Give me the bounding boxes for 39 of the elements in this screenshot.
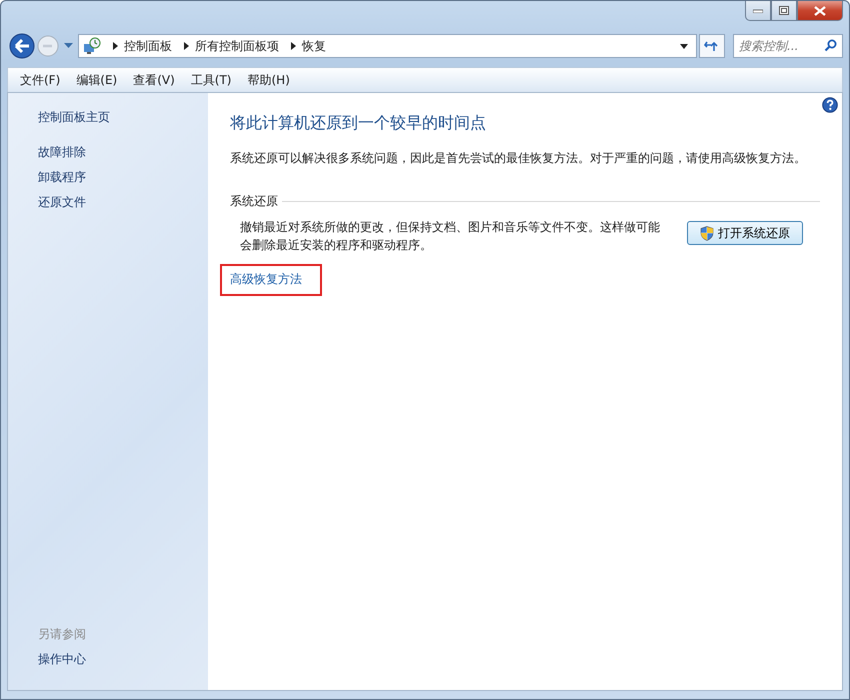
close-icon <box>814 6 826 16</box>
breadcrumb-arrow-icon[interactable] <box>113 42 118 50</box>
menu-item[interactable]: 查看(V) <box>125 72 183 88</box>
control-panel-icon <box>83 37 101 55</box>
dropdown-arrow-icon[interactable] <box>680 44 688 48</box>
refresh-icon <box>704 40 720 52</box>
breadcrumb-arrow-icon[interactable] <box>184 42 189 50</box>
see-also-heading: 另请参阅 <box>38 626 87 643</box>
minimize-icon <box>753 8 763 12</box>
search-field[interactable]: 搜索控制... <box>733 34 843 58</box>
open-system-restore-button[interactable]: 打开系统还原 <box>687 221 803 245</box>
menu-item[interactable]: 帮助(H) <box>240 72 298 88</box>
sidebar-link[interactable]: 控制面板主页 <box>38 105 208 130</box>
shield-icon <box>700 226 714 240</box>
menu-item[interactable]: 编辑(E) <box>68 72 126 88</box>
address-bar[interactable]: 控制面板 所有控制面板项 恢复 <box>78 34 697 58</box>
maximize-icon <box>779 6 789 15</box>
maximize-button[interactable] <box>771 1 797 21</box>
intro-text: 系统还原可以解决很多系统问题，因此是首先尝试的最佳恢复方法。对于严重的问题，请使用高级恢复方法。 <box>230 150 807 167</box>
section-heading: 系统还原 <box>230 193 278 210</box>
minimize-button[interactable] <box>745 1 771 21</box>
sidebar-link[interactable]: 故障排除 <box>38 140 208 165</box>
sidebar-link[interactable]: 卸载程序 <box>38 165 208 190</box>
advanced-recovery-link[interactable]: 高级恢复方法 <box>220 264 322 296</box>
close-button[interactable] <box>797 1 843 21</box>
breadcrumb-item[interactable]: 所有控制面板项 <box>195 38 279 54</box>
sidebar-link[interactable]: 操作中心 <box>38 647 208 672</box>
help-icon[interactable] <box>822 97 838 113</box>
back-button[interactable] <box>9 33 35 59</box>
section-description: 撤销最近对系统所做的更改，但保持文档、图片和音乐等文件不变。这样做可能会删除最近安装的程序和驱动程序。 <box>240 219 661 254</box>
menu-item[interactable]: 工具(T) <box>182 72 240 88</box>
sidebar-link[interactable]: 还原文件 <box>38 190 208 215</box>
breadcrumb-item[interactable]: 控制面板 <box>124 38 172 54</box>
breadcrumb-arrow-icon[interactable] <box>291 42 296 50</box>
refresh-button[interactable] <box>699 34 725 58</box>
page-title: 将此计算机还原到一个较早的时间点 <box>230 113 487 134</box>
breadcrumb-item[interactable]: 恢复 <box>302 38 326 54</box>
search-icon[interactable] <box>824 39 837 52</box>
menu-item[interactable]: 文件(F) <box>12 72 68 88</box>
